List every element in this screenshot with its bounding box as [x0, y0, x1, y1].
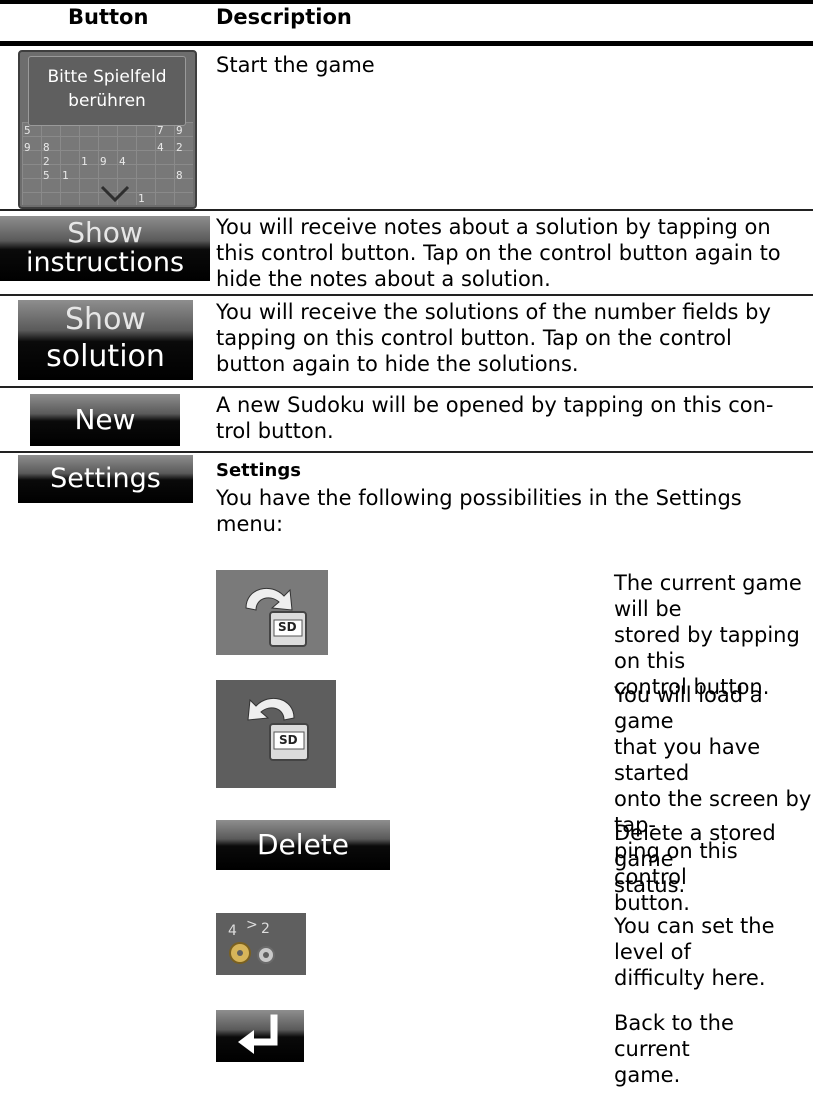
header-button: Button — [68, 5, 149, 29]
grid-number: 1 — [62, 169, 69, 182]
desc-line: stored by tapping on this — [614, 623, 800, 673]
show-solution-line1: Show — [65, 302, 146, 337]
desc-line: hide the notes about a solution. — [216, 267, 551, 291]
save-game-button[interactable]: SD — [216, 570, 328, 655]
new-button-label: New — [74, 403, 136, 436]
show-instructions-line1: Show — [67, 216, 143, 249]
solution-description: You will receive the solutions of the nu… — [216, 299, 771, 377]
grid-number: 9 — [24, 141, 31, 154]
settings-intro: You have the following possibilities in … — [216, 485, 742, 537]
delete-button-label: Delete — [257, 828, 349, 861]
show-solution-line2: solution — [46, 339, 165, 374]
desc-line: You can set the level of — [614, 914, 775, 964]
sd-label: SD — [279, 733, 298, 747]
new-description: A new Sudoku will be opened by tapping o… — [216, 392, 774, 444]
load-from-sd-icon — [216, 680, 336, 788]
new-game-button[interactable]: New — [30, 394, 180, 446]
desc-line: trol button. — [216, 419, 334, 443]
difficulty-gears-icon: 4 > 2 — [216, 913, 306, 975]
save-to-sd-icon — [216, 570, 328, 655]
desc-line: Delete a stored game — [614, 821, 776, 871]
desc-line: game. — [614, 1063, 681, 1087]
header-description: Description — [216, 5, 352, 29]
return-arrow-icon — [238, 1014, 278, 1054]
grid-number: 1 — [81, 155, 88, 168]
touch-prompt: Bitte Spielfeld berühren — [28, 56, 186, 126]
chevron-down-icon — [100, 185, 130, 203]
desc-line: difficulty here. — [614, 966, 766, 990]
desc-line: The current game will be — [614, 571, 802, 621]
delete-button[interactable]: Delete — [216, 820, 390, 870]
settings-button-label: Settings — [50, 463, 161, 494]
difficulty-description: You can set the level of difficulty here… — [614, 913, 813, 991]
grid-number: 2 — [176, 141, 183, 154]
desc-line: You have the following possibilities in … — [216, 486, 742, 510]
desc-line: You will load a game — [614, 683, 763, 733]
header-rule — [0, 41, 813, 46]
desc-line: Back to the current — [614, 1011, 734, 1061]
show-solution-button[interactable]: Show solution — [18, 300, 193, 380]
row-divider — [0, 294, 813, 296]
delete-description: Delete a stored game status. — [614, 820, 813, 898]
back-description: Back to the current game. — [614, 1010, 813, 1088]
settings-button[interactable]: Settings — [18, 455, 193, 503]
grid-number: 1 — [138, 192, 145, 205]
grid-number: 2 — [43, 155, 50, 168]
desc-line: You will receive the solutions of the nu… — [216, 300, 771, 324]
svg-text:>: > — [246, 917, 258, 933]
top-rule — [0, 0, 813, 4]
grid-number: 6 — [195, 141, 197, 154]
desc-line: You will receive notes about a solution … — [216, 215, 771, 239]
svg-text:2: 2 — [261, 921, 270, 937]
desc-line: that you have started — [614, 735, 761, 785]
start-game-description: Start the game — [216, 53, 375, 77]
settings-title: Settings — [216, 460, 301, 481]
show-instructions-button[interactable]: Show instructions — [0, 216, 210, 281]
row-divider — [0, 386, 813, 388]
touch-prompt-line2: berühren — [68, 91, 146, 111]
sd-label: SD — [278, 620, 297, 634]
grid-number: 9 — [100, 155, 107, 168]
save-description: The current game will be stored by tappi… — [614, 570, 813, 700]
desc-line: button again to hide the solutions. — [216, 352, 579, 376]
desc-line: menu: — [216, 512, 284, 536]
difficulty-button[interactable]: 4 > 2 — [216, 913, 306, 975]
grid-number: 8 — [176, 169, 183, 182]
grid-number: 8 — [43, 141, 50, 154]
desc-line: this control button. Tap on the control … — [216, 241, 781, 265]
grid-number: 5 — [43, 169, 50, 182]
row-divider — [0, 451, 813, 453]
grid-number: 4 — [157, 141, 164, 154]
show-instructions-line2: instructions — [25, 247, 185, 278]
start-game-button[interactable]: 5 7 9 9 8 4 2 6 2 1 9 4 5 1 8 1 Bitte Sp… — [18, 50, 197, 209]
back-button[interactable] — [216, 1010, 304, 1062]
touch-prompt-line1: Bitte Spielfeld — [47, 67, 167, 87]
grid-number: 4 — [119, 155, 126, 168]
desc-line: tapping on this control button. Tap on t… — [216, 326, 732, 350]
desc-line: status. — [614, 873, 686, 897]
load-game-button[interactable]: SD — [216, 680, 336, 788]
desc-line: A new Sudoku will be opened by tapping o… — [216, 393, 774, 417]
row-divider — [0, 209, 813, 211]
instructions-description: You will receive notes about a solution … — [216, 214, 781, 292]
svg-text:4: 4 — [228, 923, 237, 939]
